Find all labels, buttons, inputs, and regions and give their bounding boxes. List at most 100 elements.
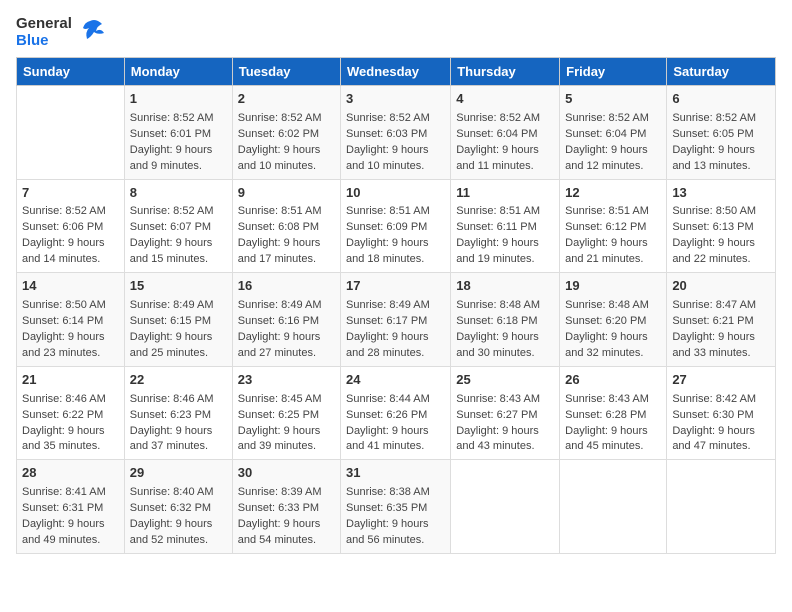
day-info: Sunrise: 8:52 AM Sunset: 6:02 PM Dayligh…: [238, 111, 335, 175]
day-number: 22: [130, 371, 227, 390]
calendar-cell: 22 Sunrise: 8:46 AM Sunset: 6:23 PM Dayli…: [124, 366, 232, 460]
calendar-cell: 11Sunrise: 8:51 AM Sunset: 6:11 PM Dayli…: [451, 179, 560, 273]
day-info: Sunrise: 8:50 AM Sunset: 6:13 PM Dayligh…: [672, 204, 770, 268]
day-info: Sunrise: 8:48 AM Sunset: 6:18 PM Dayligh…: [456, 298, 554, 362]
day-info: Sunrise: 8:52 AM Sunset: 6:04 PM Dayligh…: [565, 111, 661, 175]
day-number: 3: [346, 90, 445, 109]
day-number: 6: [672, 90, 770, 109]
day-info: Sunrise: 8:51 AM Sunset: 6:11 PM Dayligh…: [456, 204, 554, 268]
day-number: 21: [22, 371, 119, 390]
day-number: 7: [22, 184, 119, 203]
day-number: 25: [456, 371, 554, 390]
calendar-cell: 13Sunrise: 8:50 AM Sunset: 6:13 PM Dayli…: [667, 179, 776, 273]
calendar-cell: 15 Sunrise: 8:49 AM Sunset: 6:15 PM Dayli…: [124, 273, 232, 367]
day-info: Sunrise: 8:52 AM Sunset: 6:04 PM Dayligh…: [456, 111, 554, 175]
calendar-cell: 14Sunrise: 8:50 AM Sunset: 6:14 PM Dayli…: [17, 273, 125, 367]
day-info: Sunrise: 8:49 AM Sunset: 6:17 PM Dayligh…: [346, 298, 445, 362]
day-info: Sunrise: 8:43 AM Sunset: 6:27 PM Dayligh…: [456, 392, 554, 456]
day-number: 27: [672, 371, 770, 390]
calendar-cell: 4 Sunrise: 8:52 AM Sunset: 6:04 PM Daylig…: [451, 86, 560, 180]
calendar-header-sunday: Sunday: [17, 58, 125, 86]
calendar-cell: 16 Sunrise: 8:49 AM Sunset: 6:16 PM Dayli…: [232, 273, 340, 367]
calendar-cell: 2 Sunrise: 8:52 AM Sunset: 6:02 PM Daylig…: [232, 86, 340, 180]
day-number: 24: [346, 371, 445, 390]
calendar-header-saturday: Saturday: [667, 58, 776, 86]
day-info: Sunrise: 8:46 AM Sunset: 6:23 PM Dayligh…: [130, 392, 227, 456]
day-number: 4: [456, 90, 554, 109]
calendar-cell: 24 Sunrise: 8:44 AM Sunset: 6:26 PM Dayli…: [341, 366, 451, 460]
day-number: 9: [238, 184, 335, 203]
logo: General Blue: [16, 16, 106, 49]
day-number: 20: [672, 277, 770, 296]
calendar-week-row: 14Sunrise: 8:50 AM Sunset: 6:14 PM Dayli…: [17, 273, 776, 367]
calendar-cell: 17 Sunrise: 8:49 AM Sunset: 6:17 PM Dayli…: [341, 273, 451, 367]
calendar-week-row: 7Sunrise: 8:52 AM Sunset: 6:06 PM Daylig…: [17, 179, 776, 273]
day-info: Sunrise: 8:51 AM Sunset: 6:08 PM Dayligh…: [238, 204, 335, 268]
calendar-cell: 30Sunrise: 8:39 AM Sunset: 6:33 PM Dayli…: [232, 460, 340, 554]
calendar-week-row: 21 Sunrise: 8:46 AM Sunset: 6:22 PM Dayli…: [17, 366, 776, 460]
day-number: 26: [565, 371, 661, 390]
day-info: Sunrise: 8:42 AM Sunset: 6:30 PM Dayligh…: [672, 392, 770, 456]
day-info: Sunrise: 8:51 AM Sunset: 6:12 PM Dayligh…: [565, 204, 661, 268]
logo-blue-text: Blue: [16, 33, 72, 50]
day-number: 29: [130, 464, 227, 483]
day-info: Sunrise: 8:52 AM Sunset: 6:05 PM Dayligh…: [672, 111, 770, 175]
day-number: 23: [238, 371, 335, 390]
calendar-cell: 21 Sunrise: 8:46 AM Sunset: 6:22 PM Dayli…: [17, 366, 125, 460]
calendar-header-friday: Friday: [560, 58, 667, 86]
calendar-header-wednesday: Wednesday: [341, 58, 451, 86]
day-info: Sunrise: 8:49 AM Sunset: 6:15 PM Dayligh…: [130, 298, 227, 362]
logo-text-block: General Blue: [16, 16, 72, 49]
calendar-header-tuesday: Tuesday: [232, 58, 340, 86]
day-info: Sunrise: 8:50 AM Sunset: 6:14 PM Dayligh…: [22, 298, 119, 362]
calendar-cell: 29 Sunrise: 8:40 AM Sunset: 6:32 PM Dayli…: [124, 460, 232, 554]
day-info: Sunrise: 8:52 AM Sunset: 6:01 PM Dayligh…: [130, 111, 227, 175]
calendar-cell: 26 Sunrise: 8:43 AM Sunset: 6:28 PM Dayli…: [560, 366, 667, 460]
day-number: 31: [346, 464, 445, 483]
day-info: Sunrise: 8:49 AM Sunset: 6:16 PM Dayligh…: [238, 298, 335, 362]
day-number: 11: [456, 184, 554, 203]
calendar-cell: 10Sunrise: 8:51 AM Sunset: 6:09 PM Dayli…: [341, 179, 451, 273]
calendar-cell: 7Sunrise: 8:52 AM Sunset: 6:06 PM Daylig…: [17, 179, 125, 273]
calendar-header-thursday: Thursday: [451, 58, 560, 86]
calendar-header: SundayMondayTuesdayWednesdayThursdayFrid…: [17, 58, 776, 86]
header: General Blue: [16, 16, 776, 49]
calendar-body: 1Sunrise: 8:52 AM Sunset: 6:01 PM Daylig…: [17, 86, 776, 554]
calendar-cell: 28 Sunrise: 8:41 AM Sunset: 6:31 PM Dayli…: [17, 460, 125, 554]
day-info: Sunrise: 8:52 AM Sunset: 6:07 PM Dayligh…: [130, 204, 227, 268]
calendar-cell: [17, 86, 125, 180]
day-number: 16: [238, 277, 335, 296]
calendar-cell: 20Sunrise: 8:47 AM Sunset: 6:21 PM Dayli…: [667, 273, 776, 367]
day-info: Sunrise: 8:52 AM Sunset: 6:03 PM Dayligh…: [346, 111, 445, 175]
day-number: 17: [346, 277, 445, 296]
day-number: 8: [130, 184, 227, 203]
day-info: Sunrise: 8:48 AM Sunset: 6:20 PM Dayligh…: [565, 298, 661, 362]
day-info: Sunrise: 8:51 AM Sunset: 6:09 PM Dayligh…: [346, 204, 445, 268]
day-number: 5: [565, 90, 661, 109]
calendar-cell: 6 Sunrise: 8:52 AM Sunset: 6:05 PM Daylig…: [667, 86, 776, 180]
day-number: 10: [346, 184, 445, 203]
calendar-cell: 18Sunrise: 8:48 AM Sunset: 6:18 PM Dayli…: [451, 273, 560, 367]
day-info: Sunrise: 8:43 AM Sunset: 6:28 PM Dayligh…: [565, 392, 661, 456]
day-info: Sunrise: 8:46 AM Sunset: 6:22 PM Dayligh…: [22, 392, 119, 456]
calendar-cell: 9Sunrise: 8:51 AM Sunset: 6:08 PM Daylig…: [232, 179, 340, 273]
day-number: 15: [130, 277, 227, 296]
day-number: 2: [238, 90, 335, 109]
day-info: Sunrise: 8:44 AM Sunset: 6:26 PM Dayligh…: [346, 392, 445, 456]
day-number: 13: [672, 184, 770, 203]
day-number: 30: [238, 464, 335, 483]
calendar-table: SundayMondayTuesdayWednesdayThursdayFrid…: [16, 57, 776, 554]
day-number: 28: [22, 464, 119, 483]
calendar-cell: [451, 460, 560, 554]
day-info: Sunrise: 8:45 AM Sunset: 6:25 PM Dayligh…: [238, 392, 335, 456]
calendar-cell: [667, 460, 776, 554]
calendar-cell: 19Sunrise: 8:48 AM Sunset: 6:20 PM Dayli…: [560, 273, 667, 367]
calendar-cell: 3 Sunrise: 8:52 AM Sunset: 6:03 PM Daylig…: [341, 86, 451, 180]
calendar-cell: 8Sunrise: 8:52 AM Sunset: 6:07 PM Daylig…: [124, 179, 232, 273]
logo-general-text: General: [16, 16, 72, 33]
day-info: Sunrise: 8:41 AM Sunset: 6:31 PM Dayligh…: [22, 485, 119, 549]
calendar-cell: 1Sunrise: 8:52 AM Sunset: 6:01 PM Daylig…: [124, 86, 232, 180]
logo-container: General Blue: [16, 16, 106, 49]
day-number: 12: [565, 184, 661, 203]
day-info: Sunrise: 8:40 AM Sunset: 6:32 PM Dayligh…: [130, 485, 227, 549]
